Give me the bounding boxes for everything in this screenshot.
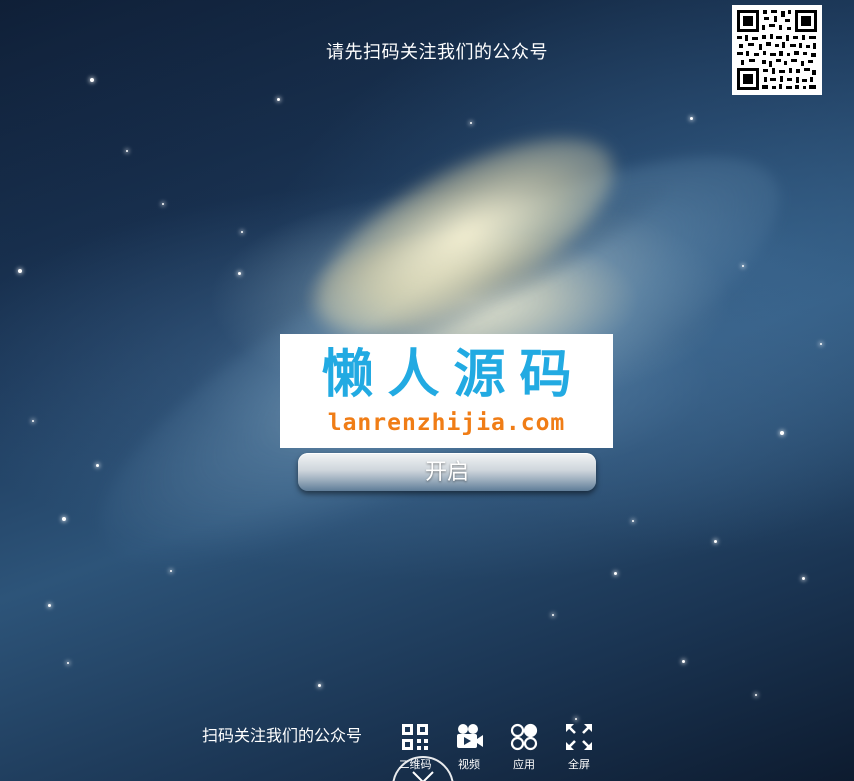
- fullscreen-label: 全屏: [568, 758, 590, 771]
- star: [682, 660, 685, 663]
- logo-url-text: lanrenzhijia.com: [327, 410, 566, 436]
- star: [552, 614, 554, 616]
- star: [32, 420, 34, 422]
- start-button[interactable]: 开启: [298, 453, 596, 491]
- fullscreen-icon: [564, 722, 594, 752]
- qr-code-image: [732, 5, 822, 95]
- star: [126, 150, 128, 152]
- star: [90, 78, 94, 82]
- star: [714, 540, 717, 543]
- star: [62, 517, 66, 521]
- star: [48, 604, 51, 607]
- star: [632, 520, 634, 522]
- apps-icon: [509, 722, 539, 752]
- star: [96, 464, 99, 467]
- star: [18, 269, 22, 273]
- top-prompt-text: 请先扫码关注我们的公众号: [326, 42, 548, 63]
- logo-title: 懒人源码: [321, 345, 586, 405]
- star: [802, 577, 805, 580]
- star: [241, 231, 243, 233]
- qr-code-icon: [400, 722, 430, 752]
- chevron-down-icon: [412, 771, 434, 781]
- star: [614, 572, 617, 575]
- galaxy-background: 请先扫码关注我们的公众号 懒人源码 lanrenzhijia.com 开启 扫码…: [0, 0, 854, 781]
- apps-button[interactable]: 应用: [502, 722, 546, 772]
- video-camera-icon: [454, 722, 484, 752]
- star: [470, 122, 472, 124]
- star: [67, 662, 69, 664]
- star: [690, 117, 693, 120]
- apps-label: 应用: [513, 758, 535, 771]
- star: [238, 272, 241, 275]
- fullscreen-button[interactable]: 全屏: [557, 722, 601, 772]
- bottom-prompt-text: 扫码关注我们的公众号: [202, 726, 363, 745]
- video-label: 视频: [458, 758, 480, 771]
- star: [742, 265, 744, 267]
- star: [318, 684, 321, 687]
- star: [277, 98, 280, 101]
- video-button[interactable]: 视频: [447, 722, 491, 772]
- star: [755, 694, 757, 696]
- star: [780, 431, 784, 435]
- star: [575, 718, 577, 720]
- logo-card: 懒人源码 lanrenzhijia.com: [280, 334, 613, 448]
- star: [820, 343, 822, 345]
- star: [162, 203, 164, 205]
- star: [170, 570, 172, 572]
